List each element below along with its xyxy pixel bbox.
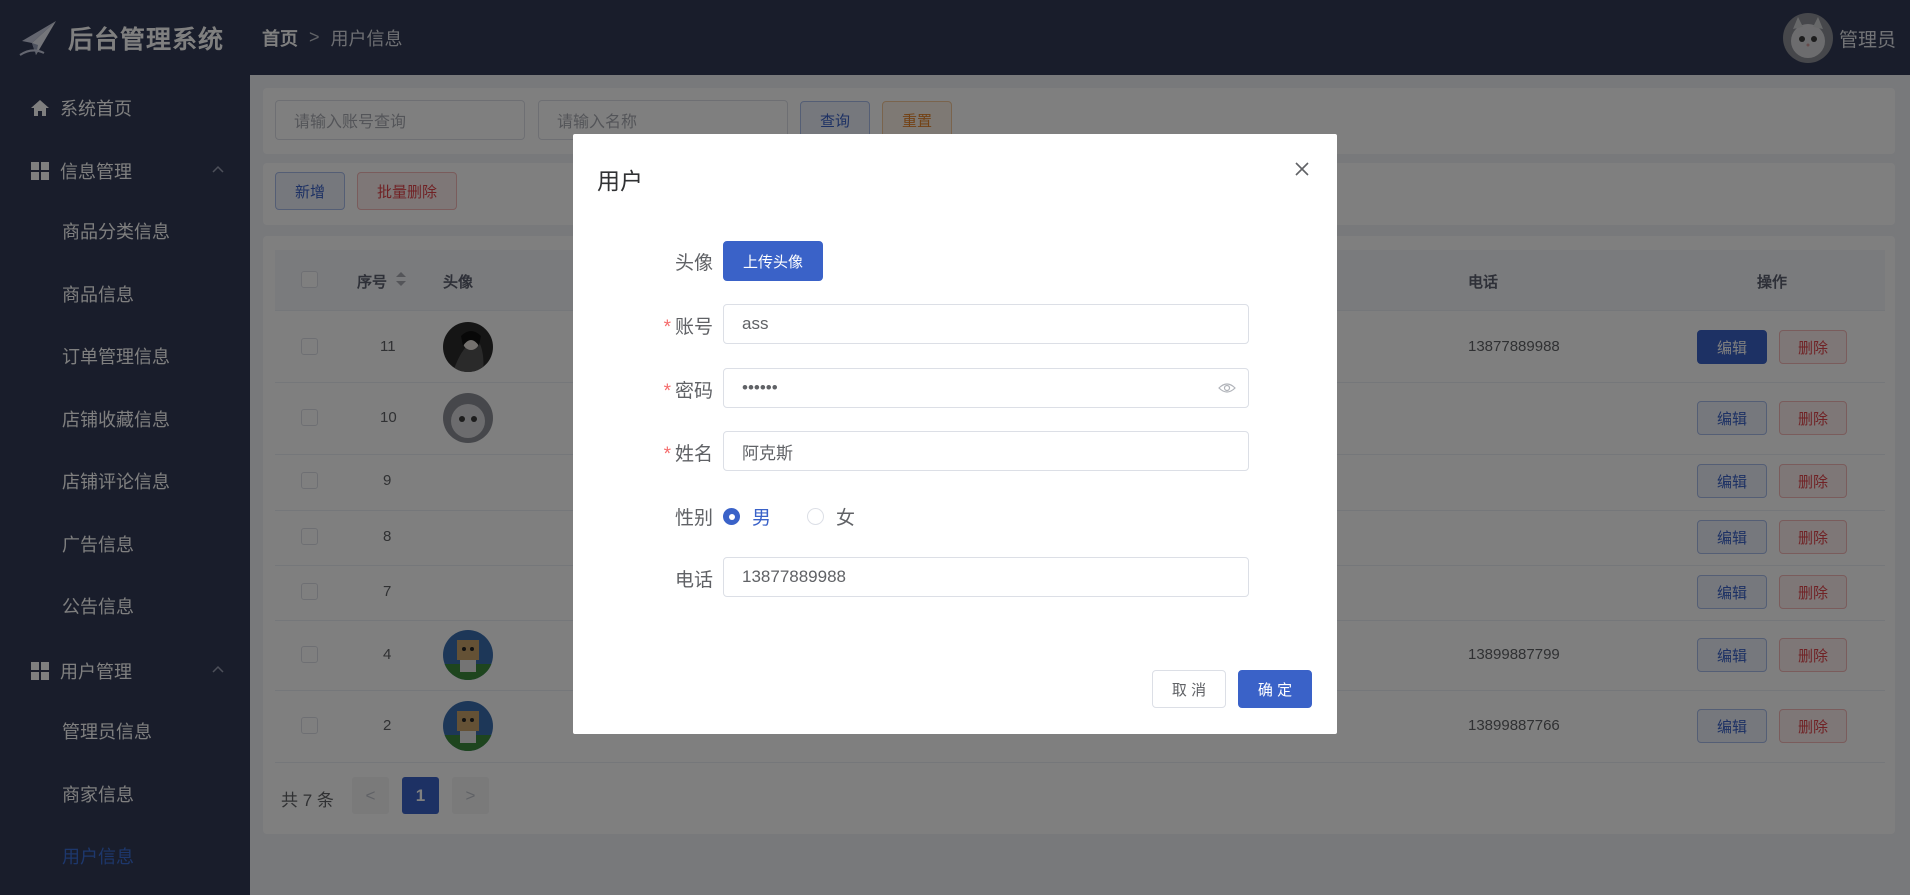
phone-field[interactable]: 13877889988 bbox=[723, 557, 1249, 597]
password-value: •••••• bbox=[742, 378, 778, 397]
name-field[interactable]: 阿克斯 bbox=[723, 431, 1249, 471]
phone-label: 电话 bbox=[674, 570, 713, 591]
gender-female-label: 女 bbox=[836, 508, 856, 529]
gender-male-label: 男 bbox=[752, 508, 772, 529]
account-label: * 账号 bbox=[573, 312, 713, 339]
cancel-button[interactable]: 取 消 bbox=[1152, 670, 1226, 708]
account-value: ass bbox=[742, 314, 769, 333]
close-icon[interactable] bbox=[1293, 160, 1311, 178]
dialog-title: 用户 bbox=[597, 168, 643, 194]
eye-icon[interactable] bbox=[1218, 381, 1236, 395]
radio-checked-icon bbox=[723, 508, 740, 525]
name-value: 阿克斯 bbox=[742, 443, 793, 463]
gender-female-radio[interactable]: 女 bbox=[807, 503, 855, 530]
account-label-text: 账号 bbox=[674, 317, 713, 338]
gender-label: 性别 bbox=[674, 508, 713, 529]
account-field[interactable]: ass bbox=[723, 304, 1249, 344]
phone-value: 13877889988 bbox=[742, 567, 847, 586]
user-dialog: 用户 头像 上传头像 * 账号 ass * 密码 •••••• * 姓名 阿克斯 性别… bbox=[573, 134, 1337, 734]
required-mark: * bbox=[663, 317, 671, 338]
name-label: * 姓名 bbox=[573, 439, 713, 466]
upload-avatar-button[interactable]: 上传头像 bbox=[723, 241, 823, 281]
gender-male-radio[interactable]: 男 bbox=[723, 503, 771, 530]
required-mark: * bbox=[663, 381, 671, 402]
password-field[interactable]: •••••• bbox=[723, 368, 1249, 408]
confirm-button[interactable]: 确 定 bbox=[1238, 670, 1312, 708]
password-label: * 密码 bbox=[573, 376, 713, 403]
password-label-text: 密码 bbox=[674, 381, 713, 402]
avatar-label: 头像 bbox=[674, 253, 713, 274]
radio-unchecked-icon bbox=[807, 508, 824, 525]
required-mark: * bbox=[663, 444, 671, 465]
name-label-text: 姓名 bbox=[674, 444, 713, 465]
